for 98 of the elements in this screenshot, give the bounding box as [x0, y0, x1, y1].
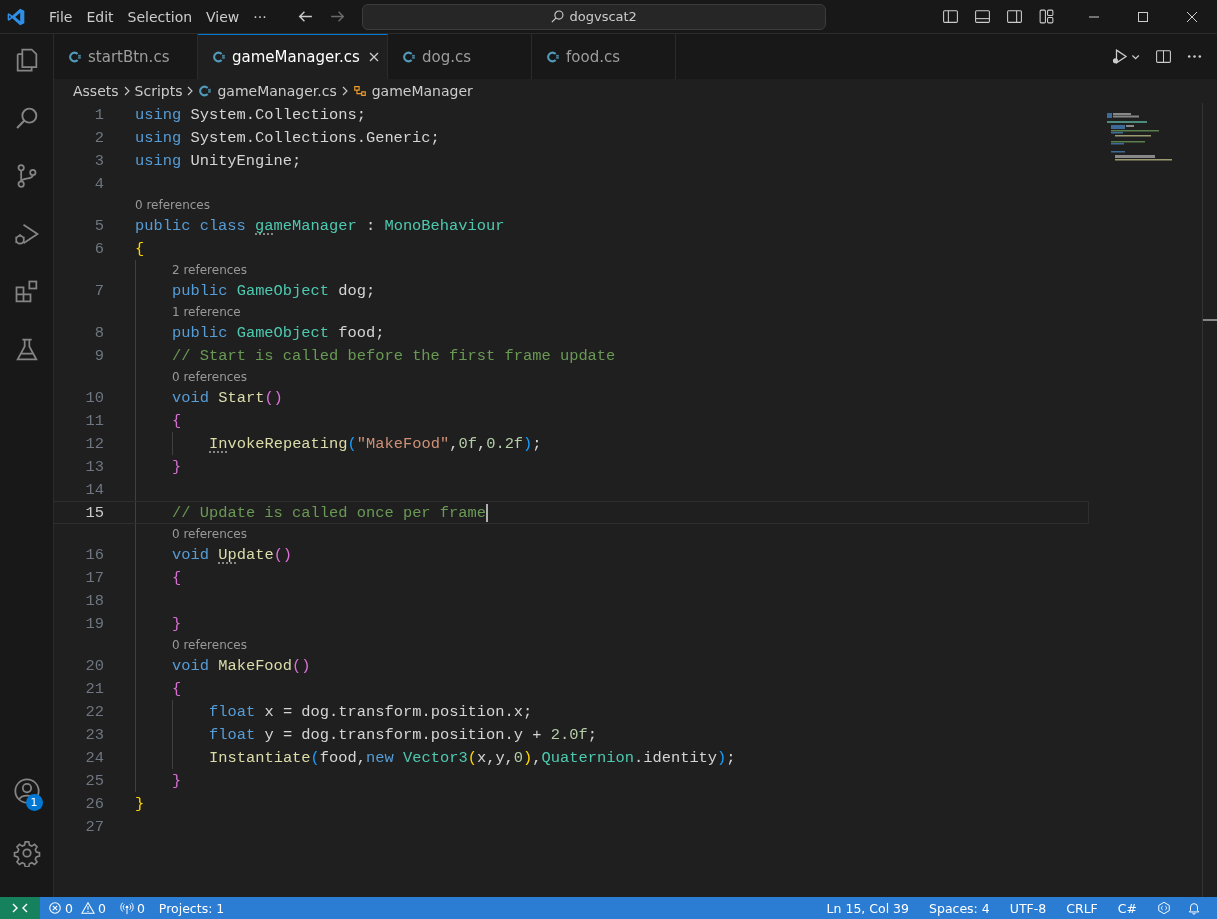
- secondary-sidebar-icon[interactable]: [1006, 8, 1023, 25]
- line-number: 20: [84, 656, 104, 675]
- code-line: }: [172, 614, 182, 633]
- line-number: 1: [93, 105, 104, 124]
- line-number: 2: [93, 128, 104, 147]
- code-line: // Start is called before the first frame update: [172, 346, 616, 365]
- line-number: 19: [84, 614, 104, 633]
- code-line: {: [135, 239, 145, 258]
- line-number: 4: [93, 174, 104, 193]
- search-icon: [550, 9, 566, 24]
- csharp-file-icon: [212, 50, 226, 64]
- text-cursor: [486, 503, 489, 522]
- code-line: {: [172, 568, 182, 587]
- code-lens-link[interactable]: 2 references: [172, 262, 247, 277]
- line-number: 13: [84, 457, 104, 476]
- code-line: void Start(): [172, 388, 283, 407]
- line-number: 14: [84, 480, 104, 499]
- menu-item[interactable]: ···: [246, 8, 274, 25]
- breadcrumb-item[interactable]: gameManager: [352, 83, 473, 99]
- code-line: {: [172, 679, 182, 698]
- line-number: 5: [93, 216, 104, 235]
- warning-icon: [80, 901, 95, 915]
- code-line: InvokeRepeating("MakeFood",0f,0.2f);: [209, 434, 542, 453]
- breadcrumb-item[interactable]: gameManager.cs: [198, 83, 337, 99]
- status-item[interactable]: Spaces: 4: [929, 900, 990, 916]
- code-line: // Update is called once per frame: [172, 503, 487, 522]
- broadcast-icon: [119, 901, 134, 915]
- code-line: {: [172, 411, 182, 430]
- code-line: void MakeFood(): [172, 656, 311, 675]
- code-line: }: [172, 457, 182, 476]
- line-number: 8: [93, 323, 104, 342]
- status-item[interactable]: C#: [1117, 900, 1137, 916]
- breadcrumb-item[interactable]: Scripts: [134, 83, 183, 99]
- line-number: 23: [84, 725, 104, 744]
- code-line: float y = dog.transform.position.y + 2.0f;: [209, 725, 597, 744]
- line-number: 15: [84, 503, 104, 522]
- menu-item[interactable]: Selection: [120, 8, 200, 25]
- code-line: using System.Collections;: [135, 105, 366, 124]
- line-number: 11: [84, 411, 104, 430]
- bell-icon[interactable]: [1187, 901, 1201, 915]
- panel-toggle-icon[interactable]: [974, 8, 991, 25]
- csharp-file-icon: [546, 49, 560, 64]
- line-number: 9: [93, 346, 104, 365]
- split-editor-icon[interactable]: [1155, 48, 1172, 65]
- code-line: public class gameManager : MonoBehaviour: [135, 216, 505, 235]
- app-logo-icon: [6, 6, 26, 27]
- status-item[interactable]: 0: [97, 900, 106, 916]
- csharp-file-icon: [68, 49, 82, 64]
- code-line: using System.Collections.Generic;: [135, 128, 440, 147]
- settings-icon[interactable]: [12, 839, 41, 867]
- code-line: }: [135, 794, 145, 813]
- sidebar-toggle-icon[interactable]: [942, 8, 959, 25]
- code-lens-link[interactable]: 0 references: [135, 197, 210, 212]
- code-lens-link[interactable]: 0 references: [172, 526, 247, 541]
- code-line: float x = dog.transform.position.x;: [209, 702, 533, 721]
- csharp-file-icon: [198, 84, 213, 98]
- menu-item[interactable]: File: [42, 8, 80, 25]
- code-line: }: [172, 771, 182, 790]
- line-number: 26: [84, 794, 104, 813]
- line-number: 17: [84, 568, 104, 587]
- code-line: Instantiate(food,new Vector3(x,y,0),Quaternion.identity);: [209, 748, 736, 767]
- code-lens-link[interactable]: 0 references: [172, 637, 247, 652]
- code-lens-link[interactable]: 1 reference: [172, 304, 241, 319]
- line-number: 18: [84, 591, 104, 610]
- braces-icon[interactable]: [1157, 901, 1171, 915]
- line-number: 10: [84, 388, 104, 407]
- line-number: 25: [84, 771, 104, 790]
- line-number: 7: [93, 281, 104, 300]
- code-line: using UnityEngine;: [135, 151, 302, 170]
- code-line: public GameObject dog;: [172, 281, 376, 300]
- editor-tab[interactable]: gameManager.cs: [198, 34, 388, 79]
- menu-item[interactable]: View: [199, 8, 247, 25]
- line-number: 24: [84, 748, 104, 767]
- line-number: 12: [84, 434, 104, 453]
- csharp-file-icon: [402, 49, 416, 64]
- line-number: 6: [93, 239, 104, 258]
- status-item[interactable]: UTF-8: [1009, 900, 1047, 916]
- layout-icon[interactable]: [1038, 8, 1055, 25]
- status-item[interactable]: Projects: 1: [158, 900, 225, 916]
- line-number: 21: [84, 679, 104, 698]
- command-center-search[interactable]: dogvscat2: [361, 3, 826, 30]
- code-line: void Update(): [172, 545, 293, 564]
- status-item[interactable]: 0: [65, 900, 73, 916]
- line-number: 16: [84, 545, 104, 564]
- code-lens-link[interactable]: 0 references: [172, 369, 247, 384]
- class-icon: [352, 84, 367, 98]
- line-number: 22: [84, 702, 104, 721]
- menu-item[interactable]: Edit: [79, 8, 121, 25]
- error-icon: [48, 901, 62, 915]
- scrollbar[interactable]: [1202, 103, 1217, 897]
- status-item[interactable]: 0: [136, 900, 145, 916]
- notification-badge: 1: [25, 794, 43, 811]
- breadcrumb-item[interactable]: Assets: [73, 83, 119, 99]
- line-number: 3: [93, 151, 104, 170]
- status-item[interactable]: CRLF: [1066, 900, 1098, 916]
- status-item[interactable]: Ln 15, Col 39: [826, 900, 909, 916]
- code-line: public GameObject food;: [172, 323, 385, 342]
- line-number: 27: [84, 817, 104, 836]
